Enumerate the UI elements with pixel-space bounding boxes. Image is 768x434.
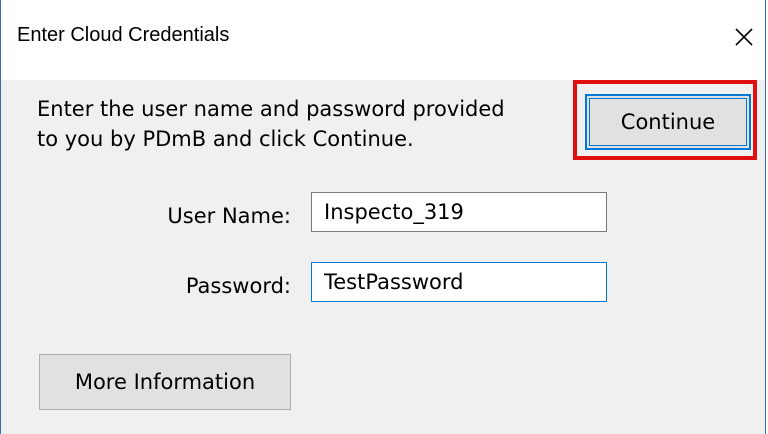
dialog-title: Enter Cloud Credentials (17, 24, 230, 46)
instruction-line-1: Enter the user name and password provide… (37, 97, 505, 121)
instruction-text: Enter the user name and password provide… (37, 94, 577, 154)
username-field[interactable] (311, 192, 607, 232)
continue-focus-ring (589, 98, 747, 146)
password-label: Password: (185, 274, 291, 298)
password-field[interactable] (311, 262, 607, 302)
credentials-dialog: Enter Cloud Credentials Enter the user n… (0, 0, 766, 434)
close-icon (735, 28, 753, 46)
username-label: User Name: (167, 204, 291, 228)
more-information-label: More Information (74, 370, 256, 394)
continue-button[interactable]: Continue (585, 94, 751, 150)
instruction-line-2: to you by PDmB and click Continue. (37, 127, 414, 151)
dialog-body: Enter the user name and password provide… (1, 80, 765, 434)
more-information-button[interactable]: More Information (39, 354, 291, 410)
close-button[interactable] (727, 20, 761, 54)
title-bar: Enter Cloud Credentials (1, 0, 765, 80)
